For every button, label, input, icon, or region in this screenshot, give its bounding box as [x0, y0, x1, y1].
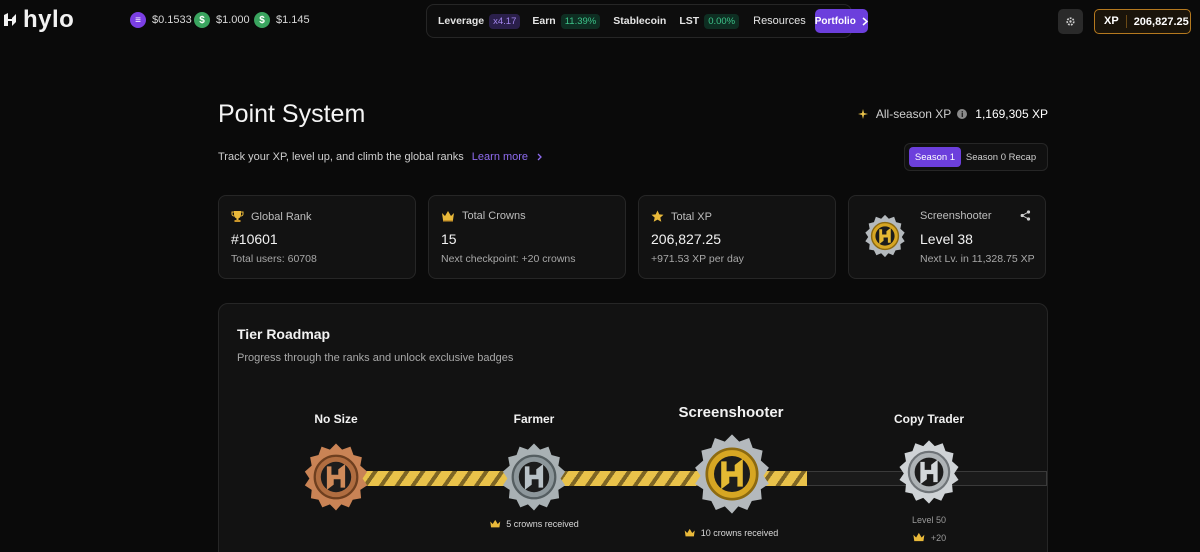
- tier-name-screenshooter: Screenshooter: [678, 404, 784, 421]
- lst-badge: 0.00%: [704, 13, 740, 29]
- hylo-logo-icon: [4, 13, 16, 26]
- stablecoin-icon: $: [194, 12, 210, 28]
- leverage-badge: x4.17: [489, 13, 521, 29]
- tier-roadmap-panel: Tier Roadmap Progress through the ranks …: [218, 303, 1048, 552]
- xp-label: XP: [1095, 15, 1127, 28]
- nav-stablecoin[interactable]: Stablecoin: [613, 15, 666, 27]
- hylo-logo[interactable]: hylo: [2, 8, 74, 32]
- reward-text: +20: [930, 532, 947, 543]
- logo-text: hylo: [23, 6, 75, 33]
- copy-trader-badge-icon[interactable]: [893, 436, 965, 508]
- current-tier-label: Screenshooter: [920, 210, 992, 222]
- nav-resources-label: Resources: [753, 15, 806, 27]
- nav-resources[interactable]: Resources: [753, 15, 806, 27]
- page-title: Point System: [218, 100, 366, 128]
- note-text: 10 crowns received: [700, 528, 779, 538]
- tier-name-farmer: Farmer: [513, 412, 555, 426]
- level-value: Level 38: [920, 231, 973, 247]
- nav-earn-label: Earn: [532, 15, 556, 27]
- info-icon[interactable]: i: [957, 109, 968, 119]
- page-subtitle: Track your XP, level up, and climb the g…: [218, 151, 542, 163]
- nav-stablecoin-label: Stablecoin: [613, 15, 667, 27]
- ticker-stablecoin: $ $1.000: [194, 12, 250, 28]
- copy-trader-level: Level 50: [911, 515, 947, 525]
- ticker-value: $1.145: [276, 14, 310, 26]
- all-season-xp: All-season XP i 1,169,305 XP: [857, 107, 1048, 121]
- total-crowns-value: 15: [441, 231, 457, 247]
- next-checkpoint: Next checkpoint: +20 crowns: [441, 253, 576, 265]
- crown-icon: [684, 528, 695, 537]
- portfolio-button[interactable]: Portfolio: [814, 9, 868, 33]
- sparkle-icon: [857, 109, 868, 119]
- shyusd-coin-icon: $: [254, 12, 270, 28]
- chevron-right-icon: [537, 153, 542, 161]
- total-users: Total users: 60708: [231, 253, 317, 265]
- xp-value: 206,827.25: [1133, 15, 1189, 28]
- settings-button[interactable]: [1058, 9, 1083, 34]
- copy-trader-reward: +20: [912, 532, 946, 543]
- chevron-right-icon: [862, 16, 868, 26]
- season-toggle: Season 1 Season 0 Recap: [904, 143, 1048, 171]
- label-text: Screenshooter: [920, 210, 992, 222]
- crown-icon: [442, 211, 454, 222]
- crown-icon: [490, 519, 501, 528]
- portfolio-label: Portfolio: [814, 15, 856, 27]
- global-rank-value: #10601: [231, 231, 278, 247]
- global-rank-label: Global Rank: [231, 210, 312, 223]
- main-nav: Leverage x4.17 Earn 11.39% Stablecoin LS…: [426, 4, 868, 38]
- season-0-recap-tab[interactable]: Season 0 Recap: [961, 147, 1041, 167]
- next-level-xp: Next Lv. in 11,328.75 XP: [920, 253, 1035, 265]
- trophy-icon: [231, 211, 244, 222]
- farmer-badge-icon[interactable]: [496, 439, 572, 515]
- global-rank-card: Global Rank #10601 Total users: 60708: [218, 195, 416, 279]
- xp-balance-pill[interactable]: XP 206,827.25: [1094, 9, 1191, 34]
- crown-icon: [913, 532, 925, 542]
- total-crowns-label: Total Crowns: [441, 210, 526, 222]
- top-navigation-bar: hylo ≡ $0.1533 $ $1.000 $ $1.145 Leverag…: [0, 0, 1200, 44]
- roadmap-subtitle: Progress through the ranks and unlock ex…: [237, 352, 514, 364]
- total-xp-label: Total XP: [651, 210, 712, 223]
- total-xp-card: Total XP 206,827.25 +971.53 XP per day: [638, 195, 836, 279]
- all-season-value: 1,169,305 XP: [975, 107, 1048, 121]
- learn-more-label: Learn more: [471, 151, 529, 163]
- season-1-tab[interactable]: Season 1: [909, 147, 961, 167]
- roadmap-title: Tier Roadmap: [237, 326, 331, 342]
- note-text: 5 crowns received: [506, 519, 579, 529]
- xp-per-day: +971.53 XP per day: [651, 253, 744, 265]
- nav-leverage-label: Leverage: [438, 15, 485, 27]
- ticker-shyusd: $ $1.145: [254, 12, 310, 28]
- nav-lst[interactable]: LST 0.00%: [679, 13, 740, 29]
- tier-name-copy-trader: Copy Trader: [893, 412, 965, 426]
- nav-earn[interactable]: Earn 11.39%: [532, 13, 601, 29]
- label-text: Global Rank: [251, 210, 312, 223]
- label-text: Total Crowns: [462, 210, 526, 222]
- total-xp-value: 206,827.25: [651, 231, 722, 247]
- ticker-hyusd: ≡ $0.1533: [130, 12, 192, 28]
- level-card: Screenshooter Level 38 Next Lv. in 11,32…: [848, 195, 1046, 279]
- screenshooter-crowns-note: 10 crowns received: [684, 528, 779, 538]
- no-size-badge-icon[interactable]: [298, 439, 374, 515]
- ticker-value: $1.000: [216, 14, 250, 26]
- total-crowns-card: Total Crowns 15 Next checkpoint: +20 cro…: [428, 195, 626, 279]
- tier-name-no-size: No Size: [314, 412, 358, 426]
- screenshooter-badge-icon[interactable]: [687, 429, 777, 519]
- ticker-value: $0.1533: [152, 14, 192, 26]
- hyusd-coin-icon: ≡: [130, 12, 146, 28]
- share-icon[interactable]: [1020, 210, 1031, 221]
- gear-icon: [1066, 17, 1075, 26]
- nav-lst-label: LST: [679, 15, 700, 27]
- all-season-label: All-season XP: [875, 107, 952, 121]
- nav-leverage[interactable]: Leverage x4.17: [438, 13, 521, 29]
- farmer-crowns-note: 5 crowns received: [489, 519, 579, 529]
- label-text: Total XP: [671, 210, 712, 223]
- learn-more-link[interactable]: Learn more: [472, 151, 542, 163]
- subtitle-text: Track your XP, level up, and climb the g…: [218, 151, 464, 163]
- screenshooter-badge-icon: [865, 214, 905, 258]
- star-icon: [651, 210, 664, 222]
- earn-badge: 11.39%: [560, 13, 601, 29]
